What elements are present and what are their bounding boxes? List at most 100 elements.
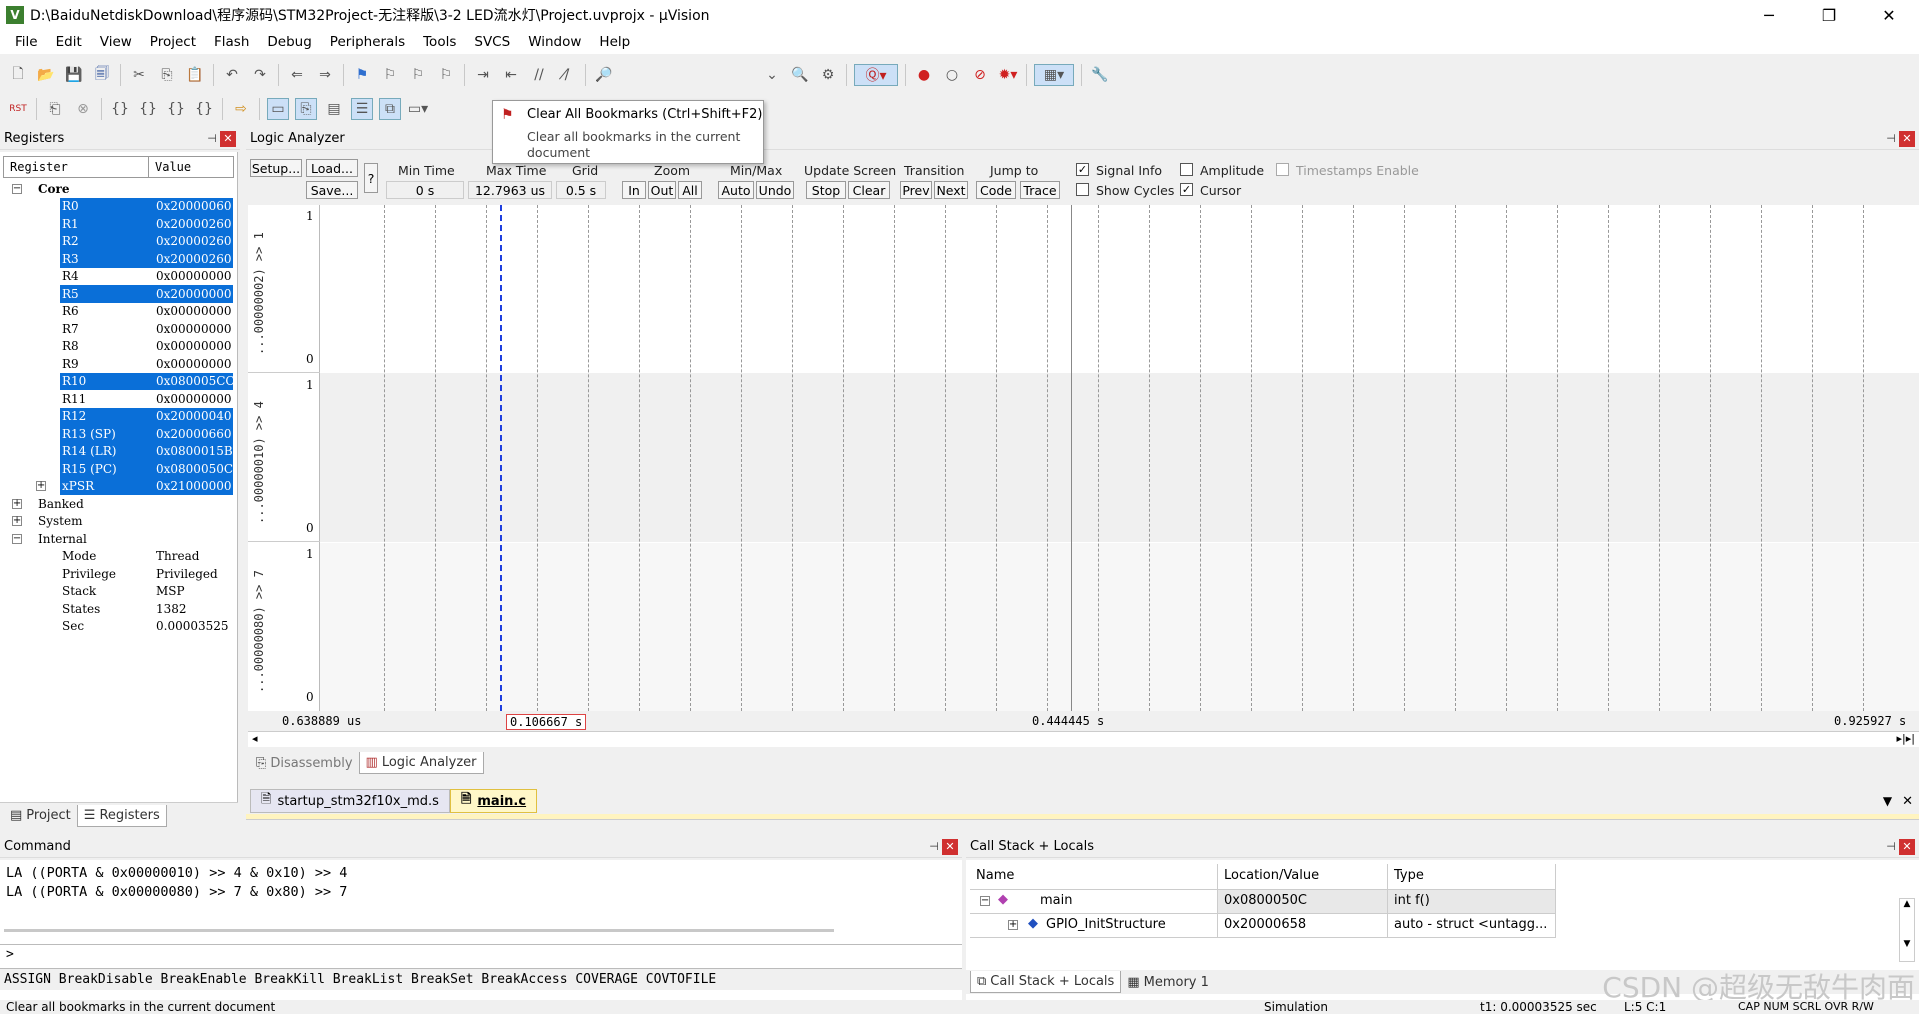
register-value[interactable]: 0x00000000 (156, 269, 231, 283)
help-button[interactable]: ? (364, 163, 378, 193)
register-row[interactable]: R8 0x00000000 (0, 338, 237, 356)
pin-icon[interactable]: ⊣ (1883, 132, 1899, 145)
register-row[interactable]: R6 0x00000000 (0, 303, 237, 321)
next-button[interactable]: Next (934, 181, 968, 199)
signal-row[interactable]: ...00000002) >> 1 1 0 (248, 205, 320, 373)
close-icon[interactable]: ✕ (1899, 130, 1915, 147)
window-layout-icon[interactable]: ▦▾ (1034, 64, 1074, 86)
pin-icon[interactable]: ⊣ (1883, 840, 1899, 853)
tree-node-banked[interactable]: + Banked (0, 495, 237, 513)
register-row[interactable]: R4 0x00000000 (0, 268, 237, 286)
show-next-statement-icon[interactable]: ⇨ (230, 98, 252, 120)
internal-row[interactable]: Stack MSP (0, 583, 237, 601)
scroll-right-icon[interactable]: ▸|▸| (1897, 732, 1915, 745)
menu-flash[interactable]: Flash (205, 34, 258, 50)
call-stack-window-icon[interactable]: ⧉ (379, 98, 401, 120)
internal-row[interactable]: Sec 0.00003525 (0, 618, 237, 636)
register-row[interactable]: R12 0x20000040 (0, 407, 237, 426)
nav-back-icon[interactable]: ⇐ (286, 64, 308, 86)
find-in-files-icon[interactable]: 🔎 (593, 64, 615, 86)
maximize-button[interactable]: ❐ (1799, 0, 1859, 30)
register-row[interactable]: R3 0x20000260 (0, 250, 237, 268)
internal-row[interactable]: States 1382 (0, 600, 237, 618)
register-row[interactable]: R13 (SP) 0x20000660 (0, 425, 237, 443)
register-value[interactable]: 0x00000000 (156, 339, 231, 353)
register-value[interactable]: 0x20000260 (156, 252, 231, 266)
open-file-icon[interactable]: 📂 (35, 64, 57, 86)
pin-icon[interactable]: ⊣ (926, 840, 942, 853)
zoom-in-button[interactable]: In (622, 181, 646, 199)
tree-node-core[interactable]: − Core (0, 180, 237, 198)
register-row[interactable]: R14 (LR) 0x0800015B (0, 442, 237, 461)
menu-window[interactable]: Window (519, 34, 590, 50)
register-value[interactable]: 0x20000260 (156, 217, 231, 231)
menu-project[interactable]: Project (141, 34, 205, 50)
tab-project[interactable]: ▤ Project (4, 805, 77, 826)
clear-bookmarks-icon[interactable]: ⚐ (435, 64, 457, 86)
show-cycles-checkbox[interactable] (1076, 183, 1089, 196)
horizontal-scrollbar[interactable]: ◂ ▸|▸| (248, 731, 1919, 747)
zoom-out-button[interactable]: Out (648, 181, 676, 199)
tab-registers[interactable]: ☰ Registers (76, 804, 167, 827)
signal-row[interactable]: ...00000080) >> 7 1 0 (248, 543, 320, 711)
paste-icon[interactable]: 📋 (184, 64, 206, 86)
register-value[interactable]: 0x0800050C (156, 462, 233, 476)
save-all-icon[interactable]: 🗐 (91, 64, 113, 86)
wrench-icon[interactable]: 🔧 (1089, 64, 1111, 86)
disable-breakpoint-icon[interactable]: ○ (941, 64, 963, 86)
name-column-header[interactable]: Name (970, 864, 1218, 890)
clear-button[interactable]: Clear (848, 181, 890, 199)
location-column-header[interactable]: Location/Value (1218, 864, 1388, 890)
command-scrollbar[interactable] (4, 922, 834, 932)
expand-icon[interactable]: + (1008, 920, 1018, 930)
symbols-window-icon[interactable]: ▤ (323, 98, 345, 120)
undo-button[interactable]: Undo (756, 181, 794, 199)
register-value[interactable]: 0x20000260 (156, 234, 231, 248)
pin-icon[interactable]: ⊣ (204, 132, 220, 145)
menu-edit[interactable]: Edit (47, 34, 91, 50)
expand-icon[interactable]: + (12, 516, 22, 527)
register-value[interactable]: 0x00000000 (156, 357, 231, 371)
watch-window-icon[interactable]: ▭▾ (407, 98, 429, 120)
cut-icon[interactable]: ✂ (128, 64, 150, 86)
tab-callstack[interactable]: ⧉ Call Stack + Locals (970, 971, 1122, 993)
amplitude-checkbox[interactable] (1180, 163, 1193, 176)
register-row[interactable]: + xPSR 0x21000000 (0, 477, 237, 496)
register-value[interactable]: 0x0800015B (156, 444, 233, 458)
comment-icon[interactable]: // (528, 64, 550, 86)
tab-disassembly[interactable]: ⎘ Disassembly (250, 753, 359, 774)
internal-row[interactable]: Privilege Privileged (0, 565, 237, 583)
run-to-cursor-icon[interactable]: {} (193, 98, 215, 120)
step-out-icon[interactable]: {} (165, 98, 187, 120)
register-value[interactable]: 0x21000000 (156, 479, 231, 493)
vertical-scrollbar[interactable]: ▲ ▼ (1899, 898, 1915, 962)
tree-node-internal[interactable]: − Internal (0, 530, 237, 548)
load-button[interactable]: Load... (306, 159, 358, 177)
tree-node-system[interactable]: + System (0, 513, 237, 531)
minimize-button[interactable]: ─ (1739, 0, 1799, 30)
close-window-button[interactable]: ✕ (1859, 0, 1919, 30)
waveform-area[interactable]: ...00000002) >> 1 1 0 ...00000010) >> 4 … (248, 205, 1919, 711)
next-bookmark-icon[interactable]: ⚐ (407, 64, 429, 86)
register-row[interactable]: R1 0x20000260 (0, 215, 237, 233)
callstack-row[interactable]: − ◆ main (970, 890, 1218, 914)
undo-icon[interactable]: ↶ (221, 64, 243, 86)
stop-button[interactable]: Stop (806, 181, 846, 199)
code-button[interactable]: Code (976, 181, 1016, 199)
unindent-icon[interactable]: ⇤ (500, 64, 522, 86)
timestamps-checkbox[interactable] (1276, 163, 1289, 176)
step-over-icon[interactable]: {} (137, 98, 159, 120)
run-icon[interactable]: ⎗ (44, 98, 66, 120)
collapse-icon[interactable]: − (980, 896, 990, 906)
register-row[interactable]: R0 0x20000060 (0, 197, 237, 216)
menu-view[interactable]: View (91, 34, 141, 50)
value-column-header[interactable]: Value (149, 157, 233, 177)
step-into-icon[interactable]: {} (109, 98, 131, 120)
menu-debug[interactable]: Debug (258, 34, 320, 50)
stop-icon[interactable]: ⊗ (72, 98, 94, 120)
reset-icon[interactable]: RST (7, 98, 29, 120)
auto-button[interactable]: Auto (718, 181, 754, 199)
redo-icon[interactable]: ↷ (249, 64, 271, 86)
command-window-icon[interactable]: ▭ (267, 98, 289, 120)
menu-peripherals[interactable]: Peripherals (321, 34, 414, 50)
